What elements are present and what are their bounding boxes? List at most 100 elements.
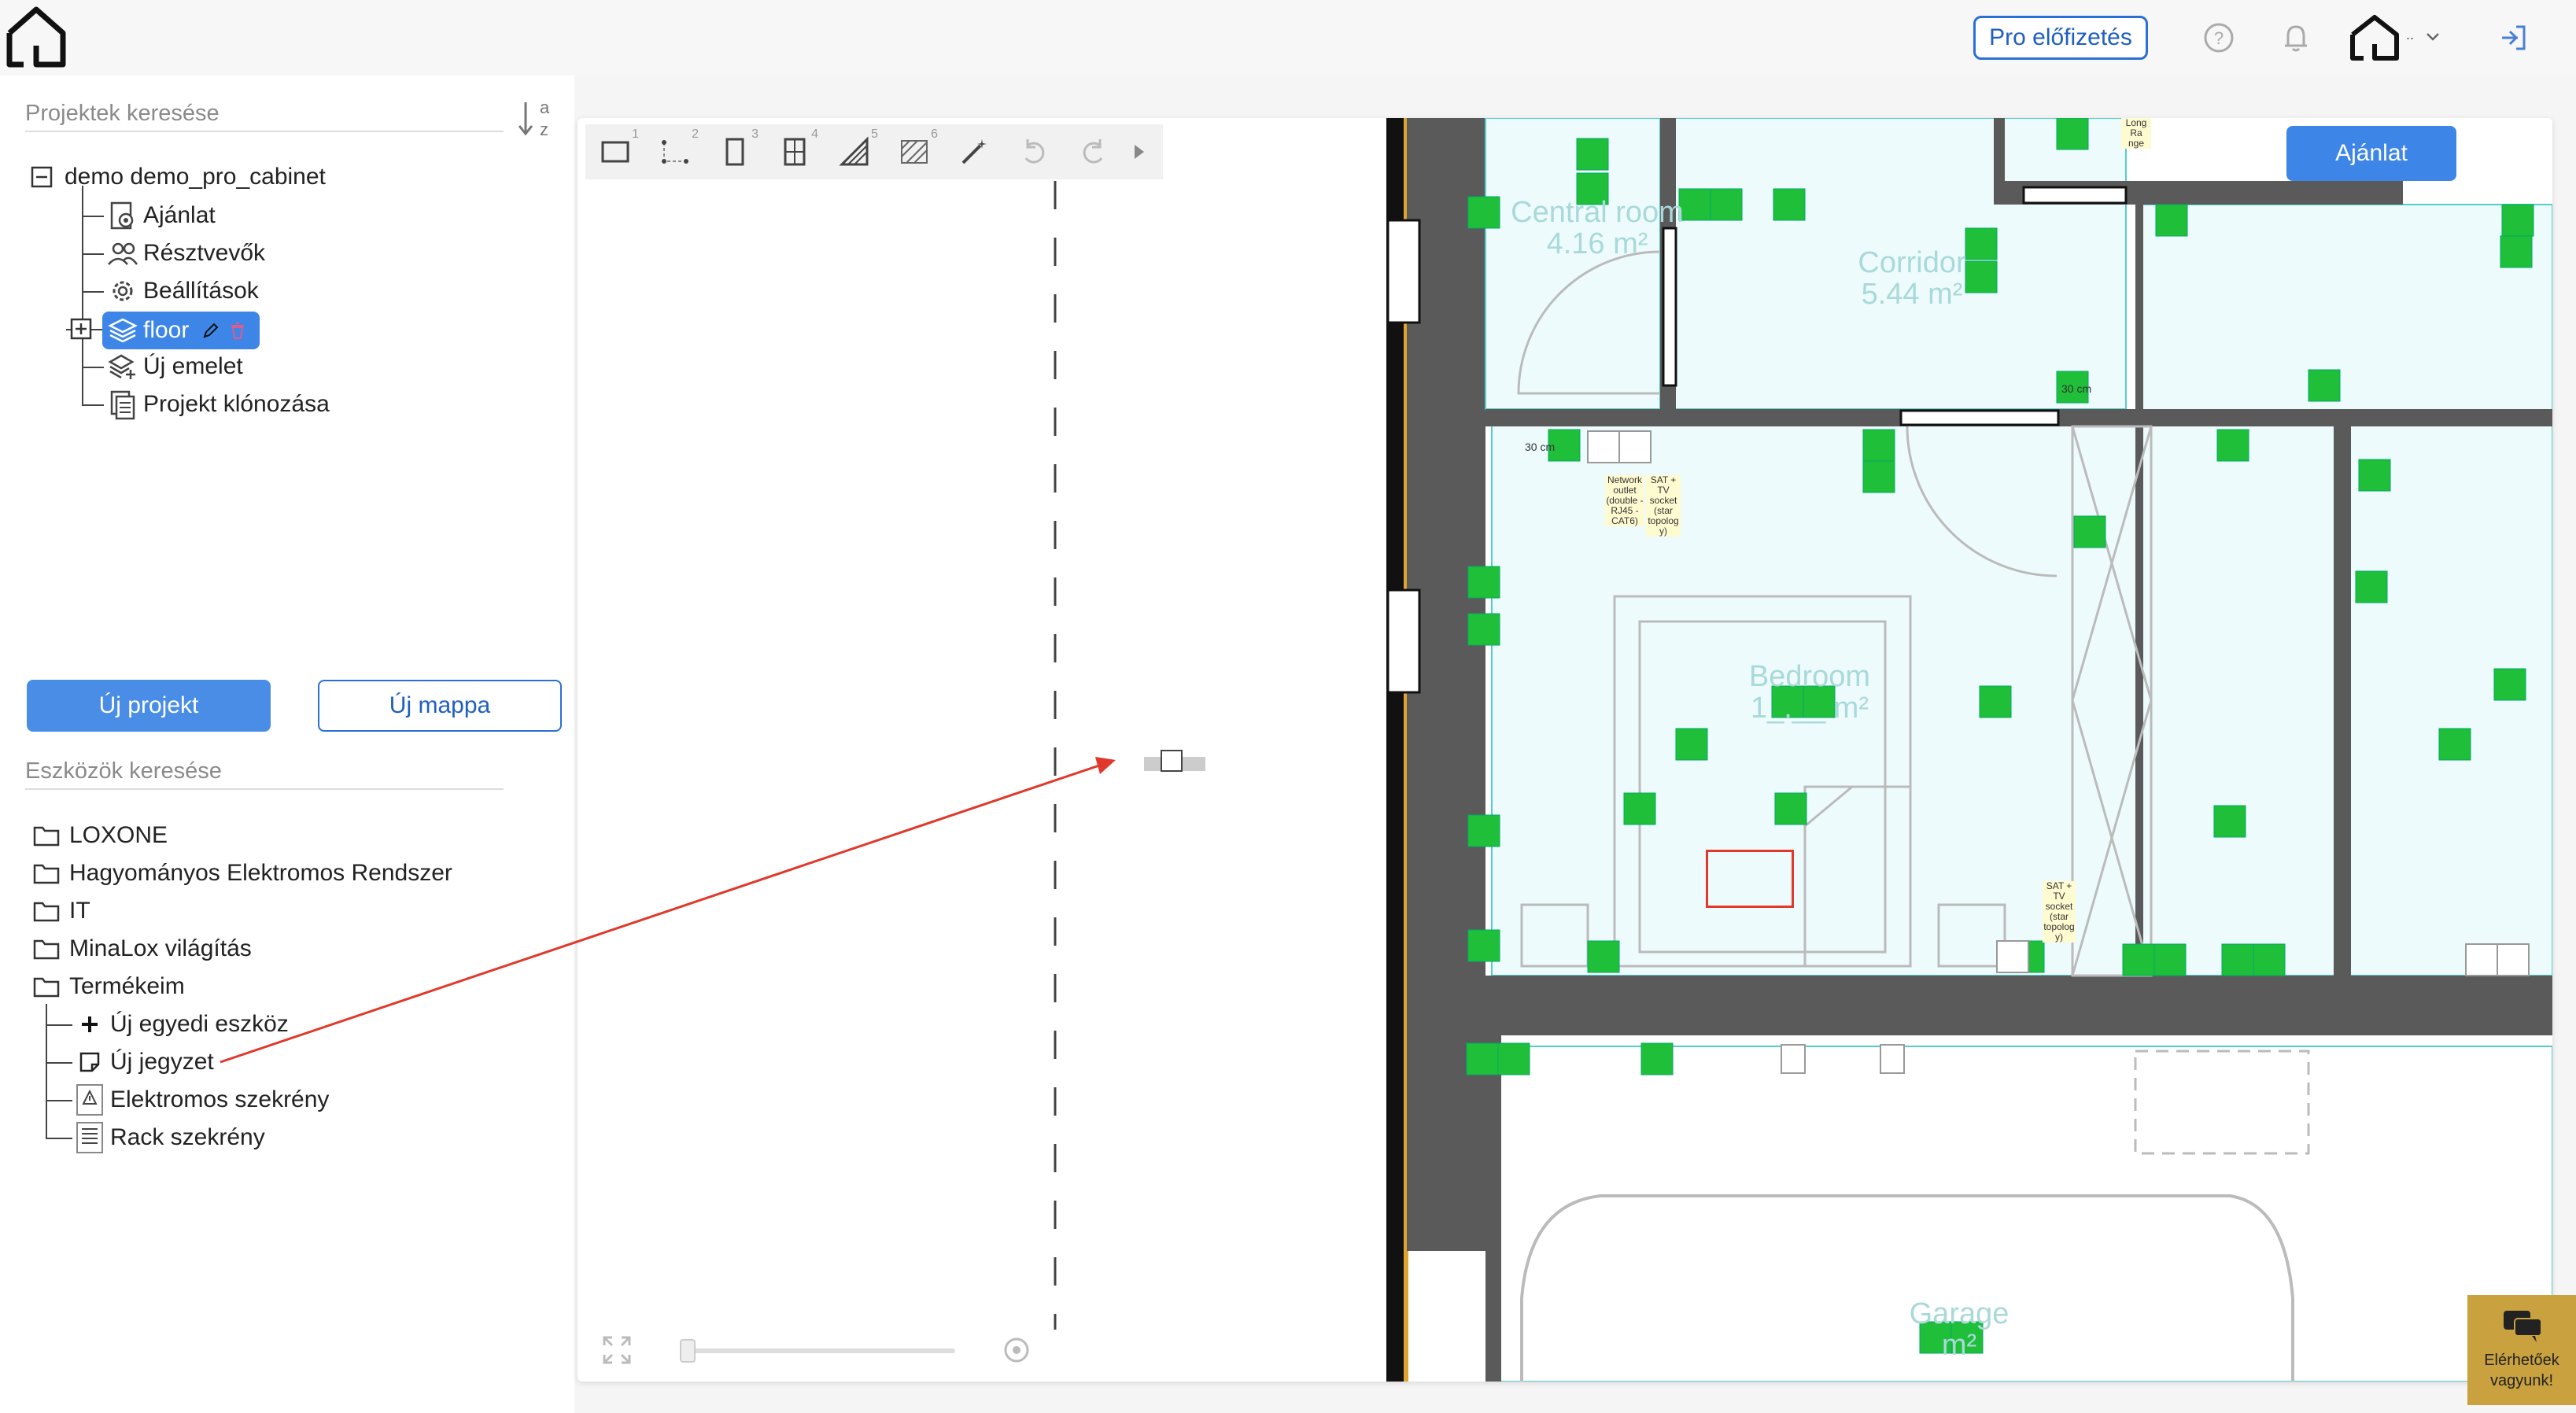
chat-label-line2: vagyunk! [2489, 1372, 2554, 1389]
new-folder-button[interactable]: Új mappa [318, 680, 562, 732]
wall-tool[interactable]: 5 [825, 124, 884, 179]
plus-icon [72, 1007, 107, 1042]
note-highlight-box [1706, 850, 1794, 908]
chat-icon [2504, 1311, 2542, 1342]
my-item-label: Rack szekrény [110, 1124, 265, 1150]
rack-cabinet-icon [72, 1120, 107, 1155]
tree-item-projekt-klonozasa[interactable]: Projekt klónozása [105, 387, 330, 422]
tree-item-floor[interactable]: floor [102, 312, 260, 349]
gear-icon [105, 274, 140, 308]
sort-label-a: a [540, 98, 550, 117]
tree-item-label: Ajánlat [143, 202, 216, 228]
draw-rectangle-tool[interactable]: 1 [585, 124, 645, 179]
toolbar-collapse-button[interactable] [1124, 124, 1155, 179]
draw-polyline-tool[interactable]: 2 [645, 124, 705, 179]
logout-icon[interactable] [2496, 20, 2530, 55]
room-name: Bedroom [1748, 660, 1871, 693]
sat-socket-label: SAT + TV socket (star topolog y) [2043, 880, 2076, 943]
help-icon[interactable]: ? [2201, 20, 2236, 55]
sidebar: Projektek keresése a z [0, 76, 574, 1413]
clone-icon [105, 387, 140, 422]
top-bar: Pro előfizetés ? .. [0, 0, 2576, 76]
sort-label-z: z [540, 120, 548, 139]
distance-label: 30 cm [1525, 441, 1556, 453]
room-name: Corridor [1858, 246, 1966, 279]
device-search-input[interactable]: Eszközök keresése [25, 754, 504, 790]
bell-icon[interactable] [2279, 20, 2313, 55]
folder-label: IT [69, 898, 90, 924]
floorplan-drawing[interactable] [578, 118, 2552, 1382]
zoom-slider-track[interactable] [680, 1348, 955, 1353]
zoom-slider-handle[interactable] [680, 1339, 696, 1363]
room-label-garage: Garage m² [1880, 1298, 2038, 1361]
room-name: Central room [1511, 196, 1684, 229]
tree-item-uj-emelet[interactable]: Új emelet [105, 349, 243, 384]
magic-wand-tool[interactable] [944, 124, 1004, 179]
ajanlat-button[interactable]: Ajánlat [2286, 126, 2456, 181]
project-root[interactable]: demo demo_pro_cabinet [30, 160, 326, 194]
gear-doc-icon [105, 198, 140, 233]
undo-icon [1024, 139, 1045, 164]
folder-label: Hagyományos Elektromos Rendszer [69, 860, 452, 886]
tree-item-ajanlat[interactable]: Ajánlat [105, 198, 216, 233]
my-item-rack-szekreny[interactable]: Rack szekrény [72, 1120, 265, 1155]
my-item-label: Elektromos szekrény [110, 1086, 330, 1112]
room-area: 1_.__ m² [1751, 692, 1869, 725]
door-tool[interactable]: 3 [705, 124, 765, 179]
folder-hagyomanyos[interactable]: Hagyományos Elektromos Rendszer [33, 856, 452, 891]
sat-socket-label: SAT + TV socket (star topolog y) [1646, 475, 1681, 537]
note-icon [72, 1045, 107, 1079]
tree-item-resztvevok[interactable]: Résztvevők [105, 236, 265, 271]
folder-termekeim[interactable]: Termékeim [33, 969, 185, 1004]
my-item-uj-jegyzet[interactable]: Új jegyzet [72, 1045, 214, 1079]
room-area: 4.16 m² [1546, 227, 1648, 260]
chevron-down-icon[interactable] [2423, 27, 2442, 46]
my-item-uj-egyedi-eszkoz[interactable]: Új egyedi eszköz [72, 1007, 289, 1042]
distance-label: 30 cm [2061, 382, 2092, 395]
project-root-label: demo demo_pro_cabinet [65, 164, 326, 190]
play-icon [1135, 145, 1144, 159]
polyline-icon [662, 140, 688, 164]
tree-item-label: floor [143, 317, 190, 343]
recenter-icon[interactable] [1002, 1336, 1031, 1364]
pro-subscription-button[interactable]: Pro előfizetés [1973, 16, 2148, 60]
rectangle-icon [601, 141, 629, 163]
home-logo-icon[interactable] [5, 5, 68, 69]
room-label-bedroom: Bedroom 1_.__ m² [1723, 661, 1896, 724]
window-tool[interactable]: 4 [765, 124, 825, 179]
electrical-cabinet-icon [72, 1083, 107, 1117]
delete-icon[interactable] [228, 321, 247, 340]
floorplan-canvas[interactable]: Central room 4.16 m² Corridor 5.44 m² Be… [578, 118, 2552, 1382]
redo-icon [1083, 139, 1103, 164]
undo-button[interactable] [1004, 124, 1064, 179]
layers-icon [108, 318, 138, 343]
my-item-label: Új egyedi eszköz [110, 1011, 289, 1037]
users-icon [105, 236, 140, 271]
network-outlet-label: Network outlet (double - RJ45 - CAT6) [1605, 474, 1644, 526]
folder-icon [33, 864, 60, 884]
folder-icon [33, 939, 60, 960]
expand-icon[interactable] [69, 317, 93, 341]
tree-item-label: Résztvevők [143, 240, 266, 266]
edit-icon[interactable] [201, 321, 220, 340]
folder-icon [33, 902, 60, 922]
chat-label-line1: Elérhetőek [2484, 1352, 2559, 1369]
collapse-icon[interactable] [30, 165, 54, 189]
user-home-icon[interactable] [2349, 14, 2400, 61]
folder-it[interactable]: IT [33, 894, 90, 928]
sort-az-icon[interactable]: a z [516, 98, 554, 142]
hatch-tool[interactable]: 6 [884, 124, 944, 179]
chat-widget[interactable]: Elérhetőek vagyunk! [2467, 1295, 2576, 1405]
canvas-toolbar: 1 2 3 4 5 6 [585, 124, 1163, 179]
add-layer-icon [105, 349, 140, 384]
new-project-button[interactable]: Új projekt [27, 680, 271, 732]
fullscreen-icon[interactable] [601, 1334, 633, 1366]
project-search-input[interactable]: Projektek keresése [25, 96, 504, 132]
tree-item-beallitasok[interactable]: Beállítások [105, 274, 259, 308]
magic-wand-icon [961, 139, 987, 164]
folder-loxone[interactable]: LOXONE [33, 818, 168, 853]
folder-minalox[interactable]: MinaLox világítás [33, 932, 252, 966]
tree-item-label: Projekt klónozása [143, 391, 330, 417]
my-item-elektromos-szekreny[interactable]: Elektromos szekrény [72, 1083, 329, 1117]
redo-button[interactable] [1064, 124, 1124, 179]
